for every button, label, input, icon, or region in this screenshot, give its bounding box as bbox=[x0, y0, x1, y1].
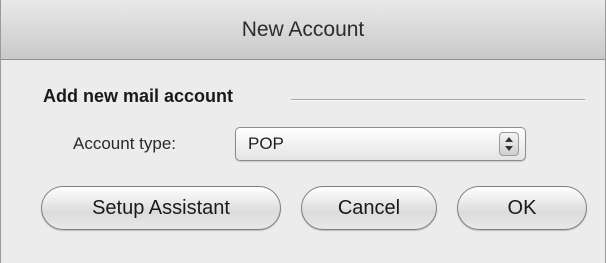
updown-chevron-icon bbox=[499, 132, 519, 156]
window-title: New Account bbox=[1, 0, 605, 60]
account-type-value: POP bbox=[248, 134, 284, 153]
group-label: Add new mail account bbox=[43, 86, 234, 106]
account-type-select[interactable]: POP bbox=[235, 127, 526, 161]
new-account-dialog: New Account Add new mail account Account… bbox=[0, 0, 606, 263]
account-type-label: Account type: bbox=[73, 134, 177, 153]
cancel-button[interactable]: Cancel bbox=[301, 186, 437, 230]
ok-button[interactable]: OK bbox=[457, 186, 587, 230]
setup-assistant-button[interactable]: Setup Assistant bbox=[41, 186, 281, 230]
group-separator bbox=[291, 99, 585, 101]
